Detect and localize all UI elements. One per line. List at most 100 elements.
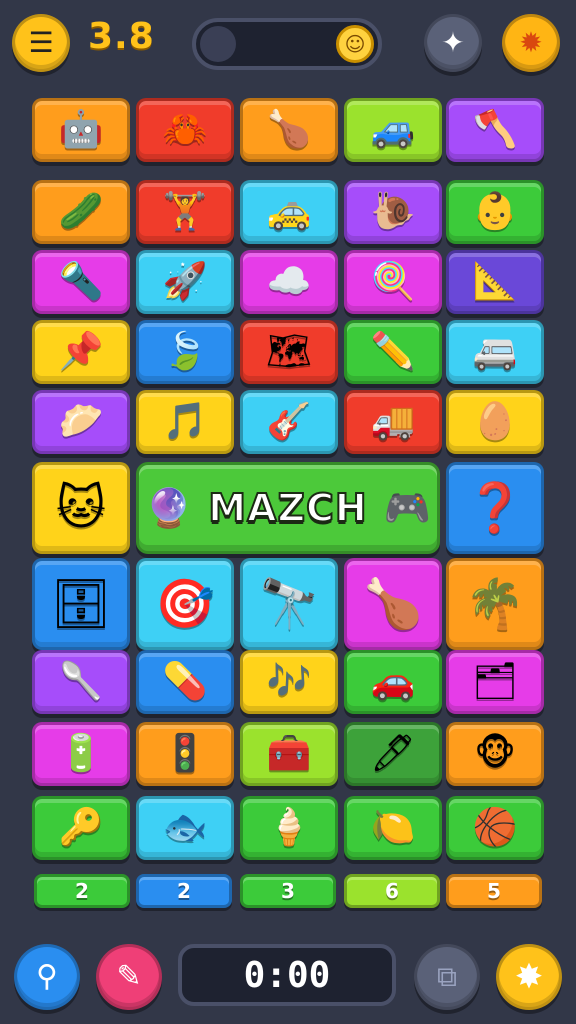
tile-blue-car[interactable]: 🚙: [344, 98, 442, 162]
blue-car-icon: 🚙: [370, 109, 416, 150]
burst-icon: ✸: [514, 957, 544, 997]
tile-capsule[interactable]: 💊: [136, 650, 234, 714]
settings-button[interactable]: ✹: [502, 14, 560, 72]
truck-icon: 🚚: [370, 401, 416, 442]
count-pill: 6: [344, 874, 440, 908]
leaf-icon: 🍃: [162, 331, 208, 372]
score-display: 3.8: [88, 16, 155, 57]
tile-folders[interactable]: 🗂: [446, 650, 544, 714]
hint-icon: ⧉: [437, 960, 457, 993]
tile-guitar[interactable]: 🎸: [240, 390, 338, 454]
tile-cloud[interactable]: ☁️: [240, 250, 338, 314]
tile-music-notes[interactable]: 🎵: [136, 390, 234, 454]
smiley-face-icon: ☺: [336, 25, 374, 63]
drumstick-icon: 🍗: [266, 109, 312, 150]
toolbox-icon: 🧰: [266, 733, 312, 774]
tile-key[interactable]: 🔑: [32, 796, 130, 860]
progress-bar: ☺: [192, 18, 382, 70]
gear-icon: ✹: [519, 26, 543, 59]
tile-ice-cream-cone[interactable]: 🍦: [240, 796, 338, 860]
pickle-icon: 🥒: [58, 191, 104, 232]
tile-pickle[interactable]: 🥒: [32, 180, 130, 244]
tile-lemon[interactable]: 🍋: [344, 796, 442, 860]
tile-fish[interactable]: 🐟: [136, 796, 234, 860]
match-banner[interactable]: 🔮 MAZCH 🎮: [136, 462, 440, 554]
capsule-icon: 💊: [162, 661, 208, 702]
tile-drumstick[interactable]: 🍗: [344, 558, 442, 650]
gameboy-icon: 🎮: [383, 486, 432, 530]
tile-target-arrow[interactable]: 🎯: [136, 558, 234, 650]
tile-cabinet[interactable]: 🗄: [32, 558, 130, 650]
cabinet-icon: 🗄: [50, 576, 112, 632]
edit-button[interactable]: ✎: [96, 944, 162, 1010]
tile-number-six-note[interactable]: 🎶: [240, 650, 338, 714]
tile-baby-face[interactable]: 👶: [446, 180, 544, 244]
tile-rocket[interactable]: 🚀: [136, 250, 234, 314]
van-icon: 🚐: [472, 331, 518, 372]
crab-icon: 🦀: [162, 109, 208, 150]
tile-flashlight[interactable]: 🔦: [32, 250, 130, 314]
traffic-light-icon: 🚦: [162, 733, 208, 774]
edit-icon: ✎: [116, 959, 142, 994]
menu-icon: ☰: [28, 26, 54, 59]
progress-fill: [200, 26, 237, 62]
match-label: MAZCH: [207, 485, 368, 531]
tile-pink-egg[interactable]: 🥚: [446, 390, 544, 454]
tile-monkey-face[interactable]: 🐵: [446, 722, 544, 786]
tile-spoon[interactable]: 🥄: [32, 650, 130, 714]
drumstick-icon: 🍗: [363, 576, 423, 632]
battery-icon: 🔋: [58, 733, 104, 774]
puzzle-button[interactable]: ✦: [424, 14, 482, 72]
tile-truck[interactable]: 🚚: [344, 390, 442, 454]
tile-palm-tree[interactable]: 🌴: [446, 558, 544, 650]
tile-cat-face[interactable]: 🐱: [32, 462, 130, 554]
fish-icon: 🐟: [162, 807, 208, 848]
ball-icon: 🏀: [472, 807, 518, 848]
music-notes-icon: 🎵: [162, 401, 208, 442]
taxi-icon: 🚕: [266, 191, 312, 232]
ice-cream-cone-icon: 🍦: [266, 807, 312, 848]
tile-snail[interactable]: 🐌: [344, 180, 442, 244]
tile-telescope[interactable]: 🔭: [240, 558, 338, 650]
tile-red-car[interactable]: 🚗: [344, 650, 442, 714]
tile-question-mark[interactable]: ❓: [446, 462, 544, 554]
map-icon: 🗺: [266, 331, 312, 372]
tile-dumbbell[interactable]: 🏋: [136, 180, 234, 244]
tile-traffic-light[interactable]: 🚦: [136, 722, 234, 786]
tile-lollipop[interactable]: 🍭: [344, 250, 442, 314]
pin-icon: 📌: [58, 331, 104, 372]
tile-crossed-axes[interactable]: 🪓: [446, 98, 544, 162]
baby-face-icon: 👶: [472, 191, 518, 232]
burst-button[interactable]: ✸: [496, 944, 562, 1010]
folders-icon: 🗂: [472, 661, 518, 702]
snail-icon: 🐌: [370, 191, 416, 232]
tile-set-square[interactable]: 📐: [446, 250, 544, 314]
tile-map[interactable]: 🗺: [240, 320, 338, 384]
tile-pin[interactable]: 📌: [32, 320, 130, 384]
tile-dumpling[interactable]: 🥟: [32, 390, 130, 454]
tile-leaf[interactable]: 🍃: [136, 320, 234, 384]
timer-display: 0:00: [178, 944, 396, 1006]
tile-battery[interactable]: 🔋: [32, 722, 130, 786]
menu-button[interactable]: ☰: [12, 14, 70, 72]
spoon-icon: 🥄: [58, 661, 104, 702]
tile-pencil[interactable]: ✏️: [344, 320, 442, 384]
rocket-icon: 🚀: [162, 261, 208, 302]
tile-taxi[interactable]: 🚕: [240, 180, 338, 244]
tile-crab[interactable]: 🦀: [136, 98, 234, 162]
key-icon: 🔑: [58, 807, 104, 848]
tile-van[interactable]: 🚐: [446, 320, 544, 384]
tile-drumstick[interactable]: 🍗: [240, 98, 338, 162]
tile-ball[interactable]: 🏀: [446, 796, 544, 860]
tile-pen[interactable]: 🖊: [344, 722, 442, 786]
count-pill: 5: [446, 874, 542, 908]
target-arrow-icon: 🎯: [155, 576, 215, 632]
hint-button[interactable]: ⧉: [414, 944, 480, 1010]
crystal-ball-icon: 🔮: [144, 486, 193, 530]
count-pill: 2: [34, 874, 130, 908]
robot-face-icon: 🤖: [58, 109, 104, 150]
tile-toolbox[interactable]: 🧰: [240, 722, 338, 786]
search-button[interactable]: ⚲: [14, 944, 80, 1010]
guitar-icon: 🎸: [266, 401, 312, 442]
tile-robot-face[interactable]: 🤖: [32, 98, 130, 162]
